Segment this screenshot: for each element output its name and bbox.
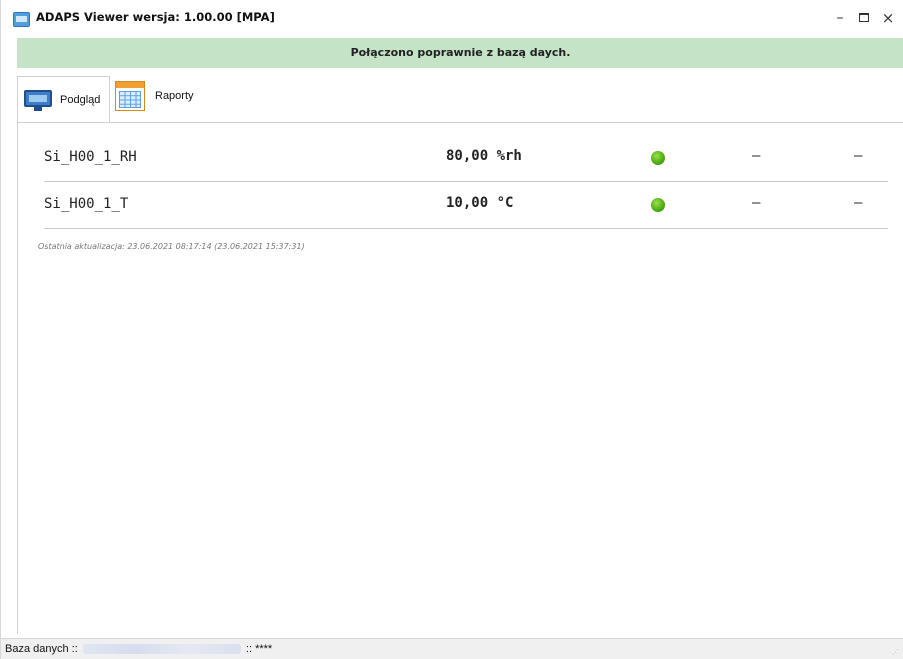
tab-podglad[interactable]: Podgląd: [17, 76, 110, 123]
sensor-name: Si_H00_1_T: [44, 196, 129, 212]
app-icon: [13, 12, 30, 27]
sensor-col1: –: [752, 148, 761, 164]
sensor-name: Si_H00_1_RH: [44, 149, 137, 165]
status-ok-icon: [651, 198, 665, 212]
last-update-text: Ostatnia aktualizacja: 23.06.2021 08:17:…: [38, 242, 305, 251]
minimize-button[interactable]: –: [829, 6, 851, 30]
sensor-col2: –: [854, 195, 863, 211]
app-window: ADAPS Viewer wersja: 1.00.00 [MPA] – × P…: [0, 0, 903, 659]
sensor-col1: –: [752, 195, 761, 211]
calendar-icon: [115, 81, 145, 111]
database-password-mask: :: ****: [245, 643, 273, 655]
connection-status-banner: Połączono poprawnie z bazą daych.: [17, 38, 903, 68]
sensor-value: 10,00 °C: [446, 195, 514, 211]
database-label: Baza danych ::: [5, 643, 78, 655]
close-button[interactable]: ×: [877, 6, 899, 30]
resize-grip-icon[interactable]: ⋰: [892, 648, 900, 656]
tab-label: Raporty: [155, 90, 194, 102]
sensor-row[interactable]: Si_H00_1_RH 80,00 %rh – –: [44, 135, 888, 182]
tab-label: Podgląd: [60, 94, 101, 106]
sensor-col2: –: [854, 148, 863, 164]
monitor-icon: [24, 88, 52, 112]
maximize-icon: [859, 12, 869, 22]
tab-raporty[interactable]: Raporty: [111, 76, 221, 116]
status-ok-icon: [651, 151, 665, 165]
status-bar: Baza danych :: :: **** ⋰: [1, 638, 903, 659]
window-title: ADAPS Viewer wersja: 1.00.00 [MPA]: [36, 10, 275, 24]
preview-panel: Si_H00_1_RH 80,00 %rh – – Si_H00_1_T 10,…: [17, 122, 903, 634]
sensor-value: 80,00 %rh: [446, 148, 522, 164]
sensor-row[interactable]: Si_H00_1_T 10,00 °C – –: [44, 182, 888, 229]
maximize-button[interactable]: [853, 6, 875, 30]
tab-strip: Podgląd Raporty: [17, 68, 903, 123]
title-bar[interactable]: ADAPS Viewer wersja: 1.00.00 [MPA] – ×: [1, 0, 903, 38]
redacted-connection-info: [82, 644, 241, 655]
database-status: Baza danych :: :: ****: [5, 643, 272, 655]
